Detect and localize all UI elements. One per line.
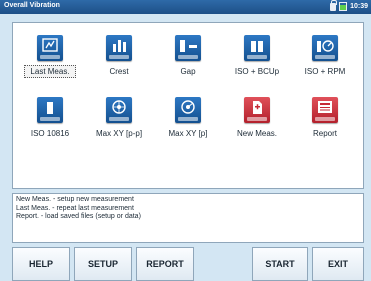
setup-button[interactable]: SETUP [74,247,132,281]
window-title: Overall Vibration [4,2,60,9]
max-xy-p-icon [175,97,201,123]
help-line: Report. - load saved files (setup or dat… [16,213,141,221]
report-icon [312,97,338,123]
tile-label: Max XY [p] [168,129,208,138]
softkey-bar: HELP SETUP REPORT START EXIT [12,247,364,281]
iso-bcup-icon [244,35,270,61]
title-bar: Overall Vibration 10:39 [0,0,371,14]
start-button[interactable]: START [252,247,308,281]
tile-iso-bcup[interactable]: ISO + BCUp [226,31,288,83]
exit-button[interactable]: EXIT [312,247,364,281]
last-measurement-icon [37,35,63,61]
tile-iso-rpm[interactable]: ISO + RPM [294,31,356,83]
iso-rpm-icon [312,35,338,61]
screen: Overall Vibration 10:39 Last Meas. Crest [0,0,371,281]
iso-10816-icon [37,97,63,123]
tile-max-xy-pp[interactable]: Max XY [p-p] [88,93,150,145]
tile-label: New Meas. [236,129,277,138]
report-button[interactable]: REPORT [136,247,194,281]
new-measurement-icon [244,97,270,123]
tile-max-xy-p[interactable]: Max XY [p] [157,93,219,145]
tile-label: Gap [180,67,196,76]
crest-icon [106,35,132,61]
tile-report[interactable]: Report [294,93,356,145]
gap-icon [175,35,201,61]
tile-label: ISO 10816 [30,129,70,138]
help-line: Last Meas. - repeat last measurement [16,204,134,212]
battery-icon [339,2,348,11]
tile-new-meas[interactable]: New Meas. [226,93,288,145]
measurement-panel: Last Meas. Crest Gap ISO + BCUp ISO + RP… [12,22,364,189]
tile-label: Crest [109,67,129,76]
tile-label: Last Meas. [24,65,76,78]
max-xy-pp-icon [106,97,132,123]
tile-iso-10816[interactable]: ISO 10816 [19,93,81,145]
tile-label: Report [312,129,337,138]
status-area: 10:39 [330,0,368,11]
tile-last-meas[interactable]: Last Meas. [19,31,81,83]
help-text-box: New Meas. - setup new measurement Last M… [12,193,364,243]
tile-crest[interactable]: Crest [88,31,150,83]
tile-label: ISO + BCUp [234,67,280,76]
help-button[interactable]: HELP [12,247,70,281]
tile-label: Max XY [p-p] [95,129,143,138]
help-line: New Meas. - setup new measurement [16,196,134,203]
lock-icon [330,0,338,11]
clock: 10:39 [350,3,368,10]
tile-label: ISO + RPM [304,67,346,76]
tile-gap[interactable]: Gap [157,31,219,83]
